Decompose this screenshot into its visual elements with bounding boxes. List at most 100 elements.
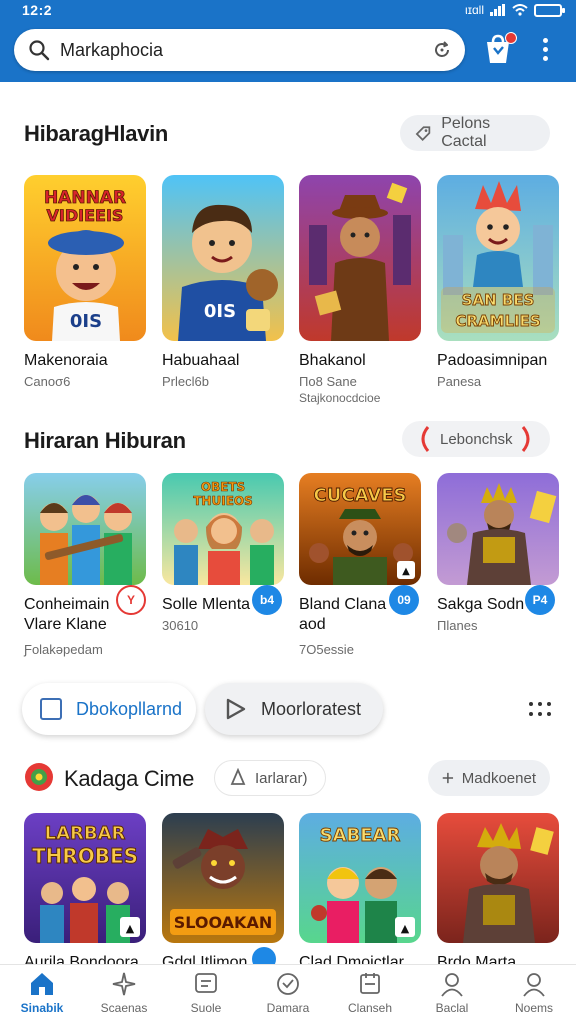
person-icon (441, 973, 463, 997)
svg-text:LARBAR: LARBAR (45, 823, 126, 844)
search-input[interactable]: Markaphocia (60, 40, 163, 61)
checkbox-icon (40, 698, 62, 720)
search-bar[interactable]: Markaphocia (14, 29, 465, 71)
nav-item-friends[interactable]: Baclal (412, 971, 492, 1015)
cart-button[interactable] (483, 32, 517, 66)
game-card[interactable]: HANNAR VIDIEEIS 0IS Makenoraia Canoσ6 (24, 175, 146, 390)
nav-item-scenes[interactable]: Scaenas (84, 971, 164, 1015)
section-1-action-label: Pelons Cactal (441, 115, 491, 150)
toggle-right-button[interactable]: Moorloratest (205, 683, 383, 735)
toggle-left-label: Dbokopllarnd (76, 698, 183, 719)
bottom-navigation: Sinabik Scaenas Suole Damara Clanseh Bac… (0, 964, 576, 1024)
svg-text:SABEAR: SABEAR (320, 825, 401, 846)
svg-text:0IS: 0IS (70, 311, 102, 332)
chat-icon (195, 973, 217, 993)
game-meta: Panesa (437, 374, 482, 389)
game-card[interactable]: SAN BES CRAMLIES Padoasimnipan Panesa (437, 175, 559, 390)
svg-text:THUIEOS: THUIEOS (193, 494, 252, 508)
svg-text:▲: ▲ (401, 922, 410, 935)
game-card[interactable]: Conheimain Vlare Klane Ƒolakəpedam Y (24, 473, 146, 658)
game-thumbnail (24, 473, 146, 585)
status-bar: 12:2 ιɪɑll (0, 0, 576, 22)
svg-text:CRAMLIES: CRAMLIES (455, 312, 540, 330)
nav-item-library[interactable]: Clanseh (330, 971, 410, 1015)
svg-text:SAN BES: SAN BES (462, 291, 535, 309)
tag-icon (415, 126, 431, 141)
section-3-filter-label: Iarlarar) (255, 769, 308, 787)
game-thumbnail: OBETS THUIEOS (162, 473, 284, 585)
section-title-2: Hiraran Hiburan (24, 428, 186, 453)
game-meta-secondary: Stajkonocdcioe (299, 391, 381, 405)
svg-text:SLOOAKAN: SLOOAKAN (174, 913, 272, 932)
game-card[interactable]: SABEAR ▲ Clad Dmoictlar (299, 813, 421, 973)
svg-text:▲: ▲ (126, 922, 135, 935)
clock-icon (277, 973, 299, 995)
section-3-action-chip[interactable]: Madkoenet (428, 760, 550, 796)
game-meta: Prlecl6b (162, 374, 209, 389)
nav-item-history[interactable]: Damara (248, 971, 328, 1015)
game-thumbnail: SAN BES CRAMLIES (437, 175, 559, 341)
overflow-menu-button[interactable] (535, 38, 555, 64)
wifi-icon (512, 4, 528, 16)
game-card[interactable]: OBETS THUIEOS Solle Mlenta 30610 b4 (162, 473, 284, 634)
game-meta: Πο8 Sane (299, 374, 357, 389)
book-icon (360, 973, 380, 994)
home-icon (31, 973, 53, 995)
section-3-action-label: Madkoenet (461, 769, 536, 787)
section-2-action-chip[interactable]: Lebonchsk (402, 421, 550, 457)
toggle-right-label: Moorloratest (261, 698, 362, 719)
profile-icon (523, 973, 545, 997)
play-icon (226, 698, 246, 720)
app-root: 12:2 ιɪɑll Markaphocia HibaragHlavin Pel… (0, 0, 576, 1024)
game-card[interactable]: LARBAR THROBES ▲ Aurila Bondoora (24, 813, 146, 973)
game-title-line2: aod (299, 616, 326, 633)
game-thumbnail: 0IS (162, 175, 284, 341)
game-title: Bhakanol (299, 352, 366, 369)
nav-label: Baclal (435, 1001, 469, 1015)
download-badge[interactable]: P4 (525, 585, 555, 615)
nav-label: Damara (266, 1001, 310, 1015)
game-card[interactable]: SLOOAKAN Gdgl Itlimon (162, 813, 284, 973)
signal-icon (490, 4, 505, 16)
game-title-line2: Vlare Klane (24, 616, 107, 633)
game-title: Padoasimnipan (437, 352, 548, 369)
nav-item-chat[interactable]: Suole (166, 971, 246, 1015)
toggle-left-button[interactable]: Dbokopllarnd (22, 683, 196, 735)
game-card[interactable]: CUCAVES ▲ Bland Clana aod 7O5essie 09 (299, 473, 421, 658)
section-3-filter-chip[interactable]: Iarlarar) (214, 760, 326, 796)
svg-text:▲: ▲ (402, 566, 410, 577)
game-thumbnail: HANNAR VIDIEEIS 0IS (24, 175, 146, 341)
game-title: Makenoraia (24, 352, 108, 369)
download-badge[interactable]: Y (116, 585, 146, 615)
svg-text:THROBES: THROBES (32, 844, 138, 868)
svg-text:HANNAR: HANNAR (44, 188, 126, 208)
download-badge[interactable]: b4 (252, 585, 282, 615)
game-card[interactable]: Bhakanol Πο8 Sane Stajkonocdcioe (299, 175, 421, 406)
svg-text:VIDIEEIS: VIDIEEIS (47, 206, 124, 225)
nav-label: Suole (190, 1001, 222, 1015)
nav-label: Clanseh (347, 1001, 393, 1015)
svg-text:CUCAVES: CUCAVES (314, 485, 407, 506)
section-3-logo-icon (25, 763, 53, 791)
section-title-1: HibaragHlavin (24, 121, 169, 146)
game-card[interactable]: 0IS Habuahaal Prlecl6b (162, 175, 284, 390)
nav-label: Sinabik (20, 1001, 64, 1015)
game-meta: Πlanes (437, 618, 478, 633)
svg-text:OBETS: OBETS (201, 480, 245, 494)
grid-dots-icon[interactable] (528, 700, 552, 718)
section-1-action-chip[interactable]: Pelons Cactal (400, 115, 550, 151)
top-app-bar: 12:2 ιɪɑll Markaphocia (0, 0, 576, 82)
game-meta: 7O5essie (299, 642, 354, 657)
nav-label: Scaenas (100, 1001, 148, 1015)
svg-text:0IS: 0IS (204, 301, 236, 322)
sparkle-icon (112, 972, 136, 996)
nav-item-home[interactable]: Sinabik (2, 971, 82, 1015)
download-badge[interactable]: 09 (389, 585, 419, 615)
game-thumbnail: SLOOAKAN (162, 813, 284, 943)
game-card[interactable]: Sakga Sodn Πlanes P4 (437, 473, 559, 634)
game-card[interactable]: Brdo Marta (437, 813, 559, 973)
refresh-icon[interactable] (431, 39, 453, 61)
game-thumbnail (299, 175, 421, 341)
nav-label: Noems (514, 1001, 553, 1015)
nav-item-profile[interactable]: Noems (494, 971, 574, 1015)
